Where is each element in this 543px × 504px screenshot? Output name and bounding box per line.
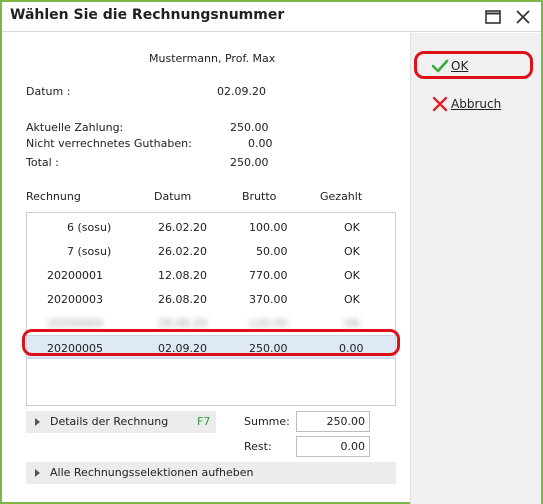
column-header-datum[interactable]: Datum — [154, 190, 191, 203]
datum-label: Datum : — [26, 85, 71, 98]
table-row[interactable]: 20200003 26.08.20 370.00 OK — [27, 287, 395, 311]
table-row[interactable]: 7 (sosu) 26.02.20 50.00 OK — [27, 239, 395, 263]
expand-triangle-icon — [35, 418, 40, 426]
column-header-rechnung[interactable]: Rechnung — [26, 190, 81, 203]
rest-field: 0.00 — [296, 436, 370, 457]
aktuelle-zahlung-label: Aktuelle Zahlung: — [26, 121, 124, 134]
total-value: 250.00 — [230, 156, 269, 169]
summe-field: 250.00 — [296, 411, 370, 432]
table-row[interactable]: 6 (sosu) 26.02.20 100.00 OK — [27, 215, 395, 239]
checkmark-icon — [431, 59, 449, 73]
guthaben-value: 0.00 — [248, 137, 273, 150]
column-header-brutto[interactable]: Brutto — [242, 190, 276, 203]
cancel-button[interactable]: Abbruch — [421, 91, 533, 117]
details-label: Details der Rechnung — [50, 415, 169, 428]
invoice-selection-dialog: Wählen Sie die Rechnungsnummer Musterman… — [0, 0, 543, 504]
invoice-list[interactable]: 6 (sosu) 26.02.20 100.00 OK 7 (sosu) 26.… — [26, 212, 396, 406]
cancel-label: Abbruch — [451, 97, 502, 111]
ok-label: OK — [451, 59, 469, 73]
clear-selection-label: Alle Rechnungsselektionen aufheben — [50, 466, 254, 479]
table-row-blurred[interactable]: 20200004 28.08.20 120.00 OK — [27, 311, 395, 335]
guthaben-label: Nicht verrechnetes Guthaben: — [26, 137, 192, 150]
details-expander[interactable]: Details der Rechnung F7 — [26, 411, 216, 433]
close-button[interactable] — [512, 6, 534, 28]
cancel-x-icon — [432, 96, 448, 112]
aktuelle-zahlung-value: 250.00 — [230, 121, 269, 134]
table-row-selected[interactable]: 20200005 02.09.20 250.00 0.00 — [27, 335, 395, 359]
ok-button[interactable]: OK — [421, 53, 533, 79]
maximize-button[interactable] — [482, 6, 504, 28]
expand-triangle-icon — [35, 469, 40, 477]
main-panel: Mustermann, Prof. Max Datum : 02.09.20 A… — [10, 34, 406, 496]
clear-selection-expander[interactable]: Alle Rechnungsselektionen aufheben — [26, 462, 396, 484]
window-title: Wählen Sie die Rechnungsnummer — [10, 7, 285, 23]
maximize-icon — [485, 10, 501, 24]
patient-name: Mustermann, Prof. Max — [149, 52, 276, 65]
title-bar: Wählen Sie die Rechnungsnummer — [2, 2, 541, 32]
close-icon — [516, 10, 530, 24]
total-label: Total : — [26, 156, 59, 169]
datum-value: 02.09.20 — [217, 85, 266, 98]
rest-label: Rest: — [244, 440, 272, 453]
summe-label: Summe: — [244, 415, 290, 428]
details-shortcut: F7 — [197, 415, 211, 428]
table-row[interactable]: 20200001 12.08.20 770.00 OK — [27, 263, 395, 287]
action-panel: OK Abbruch — [410, 33, 541, 504]
column-header-gezahlt[interactable]: Gezahlt — [320, 190, 362, 203]
